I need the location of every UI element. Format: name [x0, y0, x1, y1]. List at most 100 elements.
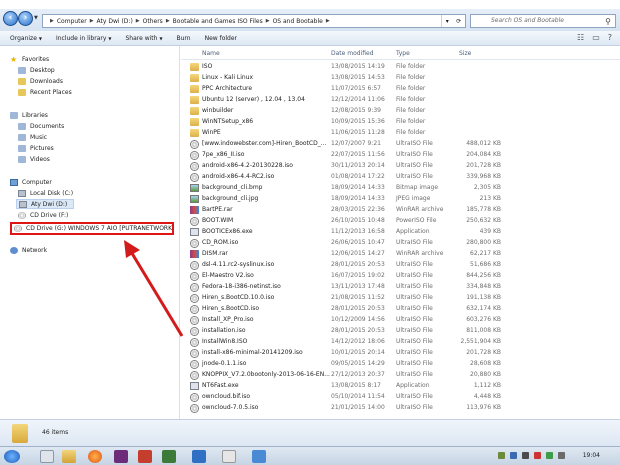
recent-pages-dropdown-icon[interactable]: ▼ [34, 15, 40, 21]
start-button[interactable] [4, 450, 20, 463]
file-row[interactable]: NT6Fast.exe 13/08/2015 8:17 Application 1,1… [181, 381, 620, 391]
volume-icon[interactable] [558, 452, 565, 459]
file-row[interactable]: ISO 13/08/2015 14:19 File folder [181, 62, 620, 72]
refresh-icon[interactable]: ⟳ [456, 18, 461, 25]
file-row[interactable]: WinPE 11/06/2015 11:28 File folder [181, 128, 620, 138]
clock[interactable]: 19:04 [583, 452, 600, 459]
app-icon[interactable] [222, 450, 236, 463]
nav-libraries[interactable]: Libraries [10, 110, 48, 120]
column-type[interactable]: Type [396, 50, 410, 57]
breadcrumb-iso-files[interactable]: Bootable and Games ISO Files [173, 18, 263, 25]
explorer-taskbar-icon[interactable] [62, 450, 76, 463]
chevron-right-icon[interactable]: ▶ [136, 18, 140, 24]
address-dropdown-icon[interactable]: ▾ [446, 18, 449, 25]
include-in-library-button[interactable]: Include in library ▼ [56, 35, 112, 42]
column-name[interactable]: Name [202, 50, 220, 57]
file-row[interactable]: jnode-0.1.1.iso 09/05/2015 14:29 UltraISO … [181, 359, 620, 369]
nav-videos[interactable]: Videos [18, 154, 50, 164]
burn-button[interactable]: Burn [177, 35, 191, 42]
help-icon[interactable]: ? [608, 33, 612, 42]
file-row[interactable]: BOOTICEx86.exe 11/12/2013 16:58 Applicatio… [181, 227, 620, 237]
nav-cd-drive-f[interactable]: CD Drive (F:) [18, 210, 68, 220]
breadcrumb-others[interactable]: Others [143, 18, 163, 25]
share-with-button[interactable]: Share with ▼ [125, 35, 162, 42]
file-row[interactable]: 7pe_x86_II.iso 22/07/2015 11:56 UltraISO F… [181, 150, 620, 160]
nav-network[interactable]: Network [10, 245, 47, 255]
network-tray-icon[interactable] [546, 452, 553, 459]
firefox-icon[interactable] [88, 450, 102, 463]
tray-icon[interactable] [522, 452, 529, 459]
file-row[interactable]: android-x86-4.4-RC2.iso 01/08/2014 17:22 U… [181, 172, 620, 182]
nav-pictures[interactable]: Pictures [18, 143, 54, 153]
nav-recent-places[interactable]: Recent Places [18, 87, 72, 97]
back-button[interactable]: ‹ [3, 11, 18, 26]
file-row[interactable]: dsl-4.11.rc2-syslinux.iso 28/01/2015 20:5… [181, 260, 620, 270]
nav-desktop[interactable]: Desktop [18, 65, 55, 75]
file-size: 113,976 KB [466, 404, 501, 411]
breadcrumb-drive[interactable]: Aty Dwi (D:) [97, 18, 133, 25]
nav-downloads[interactable]: Downloads [18, 76, 63, 86]
preview-pane-icon[interactable]: ▭ [592, 33, 600, 42]
file-type: UltraISO File [396, 360, 433, 367]
column-size[interactable]: Size [459, 50, 471, 57]
file-row[interactable]: Linux - Kali Linux 13/08/2015 14:53 File f… [181, 73, 620, 83]
chevron-right-icon[interactable]: ▶ [326, 18, 330, 24]
file-row[interactable]: WinNTSetup_x86 10/09/2015 15:36 File folde… [181, 117, 620, 127]
change-view-icon[interactable]: ☷ [577, 33, 584, 42]
file-size: 844,256 KB [466, 272, 501, 279]
app-icon[interactable] [162, 450, 176, 463]
winrar-icon[interactable] [114, 450, 128, 463]
file-row[interactable]: El-Maestro V2.iso 16/07/2015 19:02 UltraIS… [181, 271, 620, 281]
file-row[interactable]: Hiren_s.BootCD.10.0.iso 21/08/2015 11:52 U… [181, 293, 620, 303]
breadcrumb-current[interactable]: OS and Bootable [273, 18, 323, 25]
chevron-right-icon[interactable]: ▶ [166, 18, 170, 24]
organize-button[interactable]: Organize ▼ [10, 35, 42, 42]
nav-aty-dwi-drive[interactable]: Aty Dwi (D:) [16, 199, 74, 209]
file-row[interactable]: android-x86-4.2-20130228.iso 30/11/2013 2… [181, 161, 620, 171]
nav-local-disk[interactable]: Local Disk (C:) [18, 188, 73, 198]
search-input[interactable]: Search OS and Bootable ⚲ [470, 14, 616, 28]
file-row[interactable]: Fedora-18-i386-netinst.iso 13/11/2013 17:… [181, 282, 620, 292]
chevron-right-icon[interactable]: ▶ [90, 18, 94, 24]
app-icon[interactable] [138, 450, 152, 463]
chevron-right-icon[interactable]: ▶ [266, 18, 270, 24]
file-row[interactable]: owncloud-7.0.5.iso 21/01/2015 14:00 UltraI… [181, 403, 620, 413]
file-row[interactable]: background_cli.bmp 18/09/2014 14:33 Bitmap… [181, 183, 620, 193]
file-row[interactable]: KNOPPIX_V7.2.0bootonly-2013-06-16-EN... 2… [181, 370, 620, 380]
search-icon[interactable]: ⚲ [605, 16, 611, 28]
file-row[interactable]: PPC Architecture 11/07/2015 6:57 File fold… [181, 84, 620, 94]
address-bar[interactable]: ▶ Computer ▶ Aty Dwi (D:) ▶ Others ▶ Boo… [42, 14, 466, 28]
forward-button[interactable]: › [18, 11, 33, 26]
nav-documents[interactable]: Documents [18, 121, 64, 131]
file-row[interactable]: BartPE.rar 28/03/2015 22:36 WinRAR archive… [181, 205, 620, 215]
nav-favorites[interactable]: ★ Favorites [10, 54, 49, 64]
file-type: UltraISO File [396, 294, 433, 301]
file-row[interactable]: DISM.rar 12/06/2015 14:27 WinRAR archive 62… [181, 249, 620, 259]
file-row[interactable]: background_cli.jpg 18/09/2014 14:33 JPEG i… [181, 194, 620, 204]
file-row[interactable]: Hiren_s.BootCD.iso 28/01/2015 20:53 UltraI… [181, 304, 620, 314]
file-row[interactable]: InstallWin8.ISO 14/12/2012 18:06 UltraISO … [181, 337, 620, 347]
file-name: WinNTSetup_x86 [202, 118, 254, 125]
file-row[interactable]: winbuilder 12/08/2015 9:39 File folder [181, 106, 620, 116]
tray-icon[interactable] [498, 452, 505, 459]
file-row[interactable]: Ubuntu 12 (server) , 12.04 , 13.04 12/12/… [181, 95, 620, 105]
file-row[interactable]: install-x86-minimal-20141209.iso 10/01/20… [181, 348, 620, 358]
file-type: File folder [396, 129, 426, 136]
show-desktop-icon[interactable] [40, 450, 54, 463]
nav-music[interactable]: Music [18, 132, 47, 142]
file-row[interactable]: CD_ROM.iso 26/06/2015 10:47 UltraISO File 2… [181, 238, 620, 248]
file-row[interactable]: owncloud.bif.iso 05/10/2014 11:54 UltraISO… [181, 392, 620, 402]
file-row[interactable]: Install_XP_Pro.iso 10/12/2009 14:56 UltraI… [181, 315, 620, 325]
tray-icon[interactable] [534, 452, 541, 459]
file-row[interactable]: BOOT.WIM 26/10/2015 10:48 PowerISO File 250… [181, 216, 620, 226]
app-icon[interactable] [252, 450, 266, 463]
breadcrumb-computer[interactable]: Computer [57, 18, 87, 25]
nav-computer[interactable]: Computer [10, 177, 52, 187]
tray-icon[interactable] [510, 452, 517, 459]
view-controls: ☷ ▭ ? [577, 33, 612, 42]
file-row[interactable]: [www.indowebster.com]-Hiren_BootCD_... 12… [181, 139, 620, 149]
app-icon[interactable] [192, 450, 206, 463]
column-date-modified[interactable]: Date modified [331, 50, 374, 57]
new-folder-button[interactable]: New folder [205, 35, 237, 42]
file-row[interactable]: installation.iso 28/01/2015 20:53 UltraISO… [181, 326, 620, 336]
